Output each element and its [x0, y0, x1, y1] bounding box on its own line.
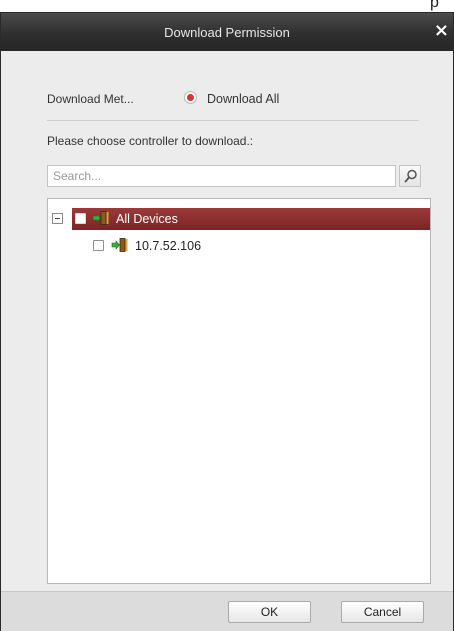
device-checkbox[interactable]	[93, 240, 104, 251]
controller-prompt: Please choose controller to download.:	[47, 134, 254, 148]
device-tree: All Devices 10.7.52.106	[47, 198, 431, 584]
title-bar[interactable]: Download Permission ×	[1, 13, 453, 51]
background-page-text: p	[430, 0, 439, 11]
search-button[interactable]	[399, 165, 421, 187]
close-icon[interactable]: ×	[434, 20, 449, 41]
dialog-title: Download Permission	[164, 25, 290, 40]
all-devices-checkbox[interactable]	[75, 213, 86, 224]
tree-row-all-devices[interactable]: All Devices	[48, 208, 430, 230]
tree-row-device[interactable]: 10.7.52.106	[48, 235, 430, 257]
dialog-footer: OK Cancel	[1, 591, 453, 631]
device-label: 10.7.52.106	[135, 239, 202, 253]
device-icon	[111, 238, 128, 252]
collapse-icon[interactable]	[52, 213, 63, 224]
download-all-label[interactable]: Download All	[207, 92, 279, 106]
search-input[interactable]	[47, 165, 396, 187]
cancel-button[interactable]: Cancel	[341, 601, 424, 623]
download-permission-dialog: Download Permission × Download Met... Do…	[0, 12, 454, 631]
search-icon	[404, 169, 417, 183]
download-all-radio[interactable]	[184, 91, 197, 104]
download-method-row: Download Met... Download All	[47, 90, 419, 121]
ok-button[interactable]: OK	[228, 601, 311, 623]
device-icon	[92, 211, 109, 225]
all-devices-label: All Devices	[116, 212, 178, 226]
download-method-label: Download Met...	[47, 92, 134, 106]
